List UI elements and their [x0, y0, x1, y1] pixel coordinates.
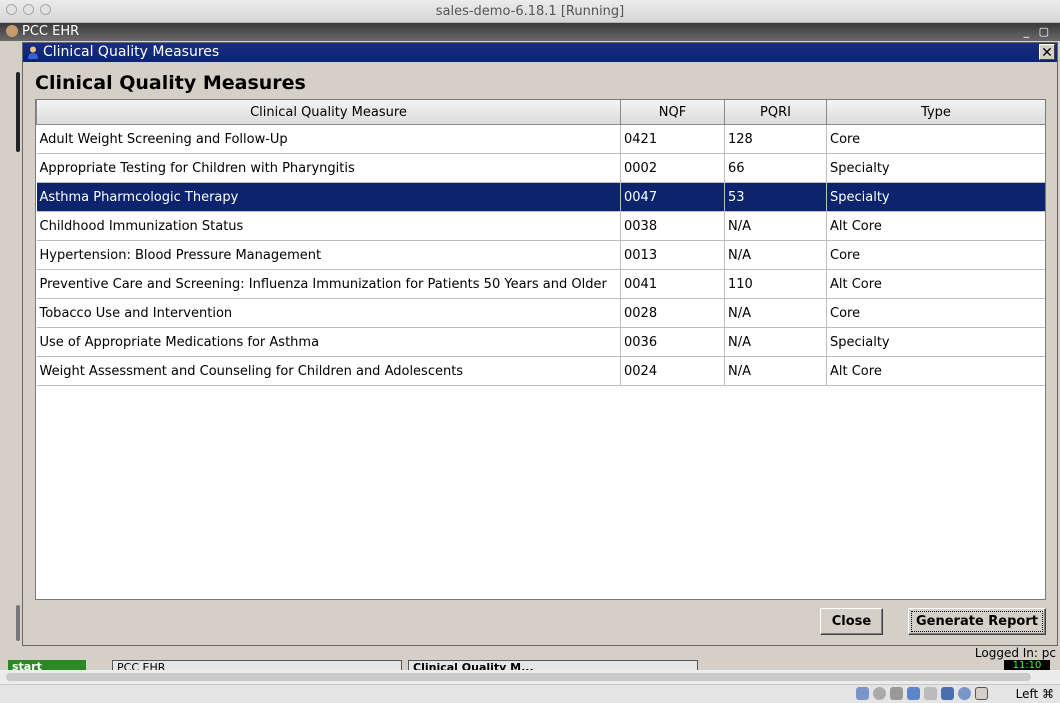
cell-pqri: N/A [724, 211, 827, 241]
host-window-titlebar: sales-demo-6.18.1 [Running] [0, 0, 1060, 23]
cell-type: Core [826, 240, 1045, 270]
cell-nqf: 0002 [620, 153, 725, 183]
cell-nqf: 0421 [620, 124, 725, 154]
cell-nqf: 0036 [620, 327, 725, 357]
shared-folder-icon[interactable] [924, 687, 937, 700]
cell-measure: Childhood Immunization Status [36, 211, 621, 241]
clinical-quality-measures-dialog: Clinical Quality Measures ✕ Clinical Qua… [22, 42, 1058, 646]
table-row[interactable]: Appropriate Testing for Children with Ph… [36, 153, 1045, 183]
mouse-integration-icon[interactable] [975, 687, 988, 700]
column-header-nqf[interactable]: NQF [620, 100, 725, 125]
cell-measure: Asthma Pharmcologic Therapy [36, 182, 621, 212]
cell-nqf: 0013 [620, 240, 725, 270]
table-row[interactable]: Hypertension: Blood Pressure Management 0… [36, 240, 1045, 270]
cell-nqf: 0024 [620, 356, 725, 386]
host-window-title: sales-demo-6.18.1 [Running] [435, 4, 625, 19]
background-divider [16, 72, 20, 152]
cell-pqri: 128 [724, 124, 827, 154]
dialog-window-title: Clinical Quality Measures [43, 44, 220, 60]
vm-statusbar: Left ⌘ [0, 684, 1060, 703]
cell-type: Specialty [826, 182, 1045, 212]
close-button[interactable]: Close [820, 608, 883, 635]
table-row[interactable]: Childhood Immunization Status 0038 N/A Alt … [36, 211, 1045, 241]
cell-measure: Use of Appropriate Medications for Asthm… [36, 327, 621, 357]
cell-nqf: 0038 [620, 211, 725, 241]
cell-pqri: N/A [724, 298, 827, 328]
cell-nqf: 0047 [620, 182, 725, 212]
cell-measure: Tobacco Use and Intervention [36, 298, 621, 328]
capture-icon[interactable] [958, 687, 971, 700]
cell-type: Specialty [826, 327, 1045, 357]
network-icon[interactable] [907, 687, 920, 700]
column-header-pqri[interactable]: PQRI [724, 100, 827, 125]
taskbar-clock: 11:10 [1004, 660, 1050, 670]
cell-measure: Appropriate Testing for Children with Ph… [36, 153, 621, 183]
host-key-label: Left ⌘ [1015, 687, 1054, 701]
display-icon[interactable] [941, 687, 954, 700]
taskbar: start PCC EHR Clinical Quality M... 11:1… [0, 660, 1060, 670]
background-divider [16, 605, 20, 641]
table-row[interactable]: Tobacco Use and Intervention 0028 N/A Core [36, 298, 1045, 328]
column-header-measure[interactable]: Clinical Quality Measure [36, 100, 621, 125]
cell-type: Alt Core [826, 356, 1045, 386]
horizontal-scrollbar[interactable] [0, 670, 1060, 684]
taskbar-item-clinical-quality[interactable]: Clinical Quality M... [408, 660, 698, 670]
taskbar-item-pcc-ehr[interactable]: PCC EHR [112, 660, 402, 670]
table-header-row: Clinical Quality Measure NQF PQRI Type [36, 100, 1045, 125]
scrollbar-thumb[interactable] [6, 673, 1031, 681]
table-row[interactable]: Use of Appropriate Medications for Asthm… [36, 327, 1045, 357]
page-title: Clinical Quality Measures [35, 72, 306, 94]
cell-pqri: 110 [724, 269, 827, 299]
cell-measure: Hypertension: Blood Pressure Management [36, 240, 621, 270]
cell-type: Specialty [826, 153, 1045, 183]
cell-type: Alt Core [826, 211, 1045, 241]
app-icon [6, 25, 18, 37]
table-row[interactable]: Preventive Care and Screening: Influenza… [36, 269, 1045, 299]
cell-type: Core [826, 124, 1045, 154]
cell-nqf: 0028 [620, 298, 725, 328]
cd-icon[interactable] [873, 687, 886, 700]
close-icon[interactable]: ✕ [1039, 44, 1055, 61]
cell-measure: Preventive Care and Screening: Influenza… [36, 269, 621, 299]
cell-pqri: N/A [724, 327, 827, 357]
cell-pqri: 53 [724, 182, 827, 212]
cell-nqf: 0041 [620, 269, 725, 299]
column-header-type[interactable]: Type [826, 100, 1045, 125]
usb-icon[interactable] [890, 687, 903, 700]
cell-measure: Adult Weight Screening and Follow-Up [36, 124, 621, 154]
cell-type: Alt Core [826, 269, 1045, 299]
table-row[interactable]: Adult Weight Screening and Follow-Up 0421… [36, 124, 1045, 154]
background-app-titlebar: PCC EHR _ ▢ [0, 23, 1060, 41]
generate-report-button[interactable]: Generate Report [908, 608, 1046, 635]
table-row[interactable]: Asthma Pharmcologic Therapy 0047 53 Special… [36, 182, 1045, 212]
disk-icon[interactable] [856, 687, 869, 700]
cell-measure: Weight Assessment and Counseling for Chi… [36, 356, 621, 386]
background-window-controls[interactable]: _ ▢ [1024, 25, 1052, 38]
start-button[interactable]: start [8, 660, 86, 670]
cell-pqri: N/A [724, 240, 827, 270]
dialog-titlebar[interactable]: Clinical Quality Measures ✕ [23, 43, 1057, 62]
logged-in-status: Logged In: pc [974, 646, 1056, 660]
vm-status-icons [856, 687, 988, 700]
table-row[interactable]: Weight Assessment and Counseling for Chi… [36, 356, 1045, 386]
background-app-title: PCC EHR [22, 24, 80, 39]
cell-pqri: N/A [724, 356, 827, 386]
cell-type: Core [826, 298, 1045, 328]
person-icon [28, 46, 38, 59]
measures-table: Clinical Quality Measure NQF PQRI Type A… [35, 99, 1046, 600]
cell-pqri: 66 [724, 153, 827, 183]
